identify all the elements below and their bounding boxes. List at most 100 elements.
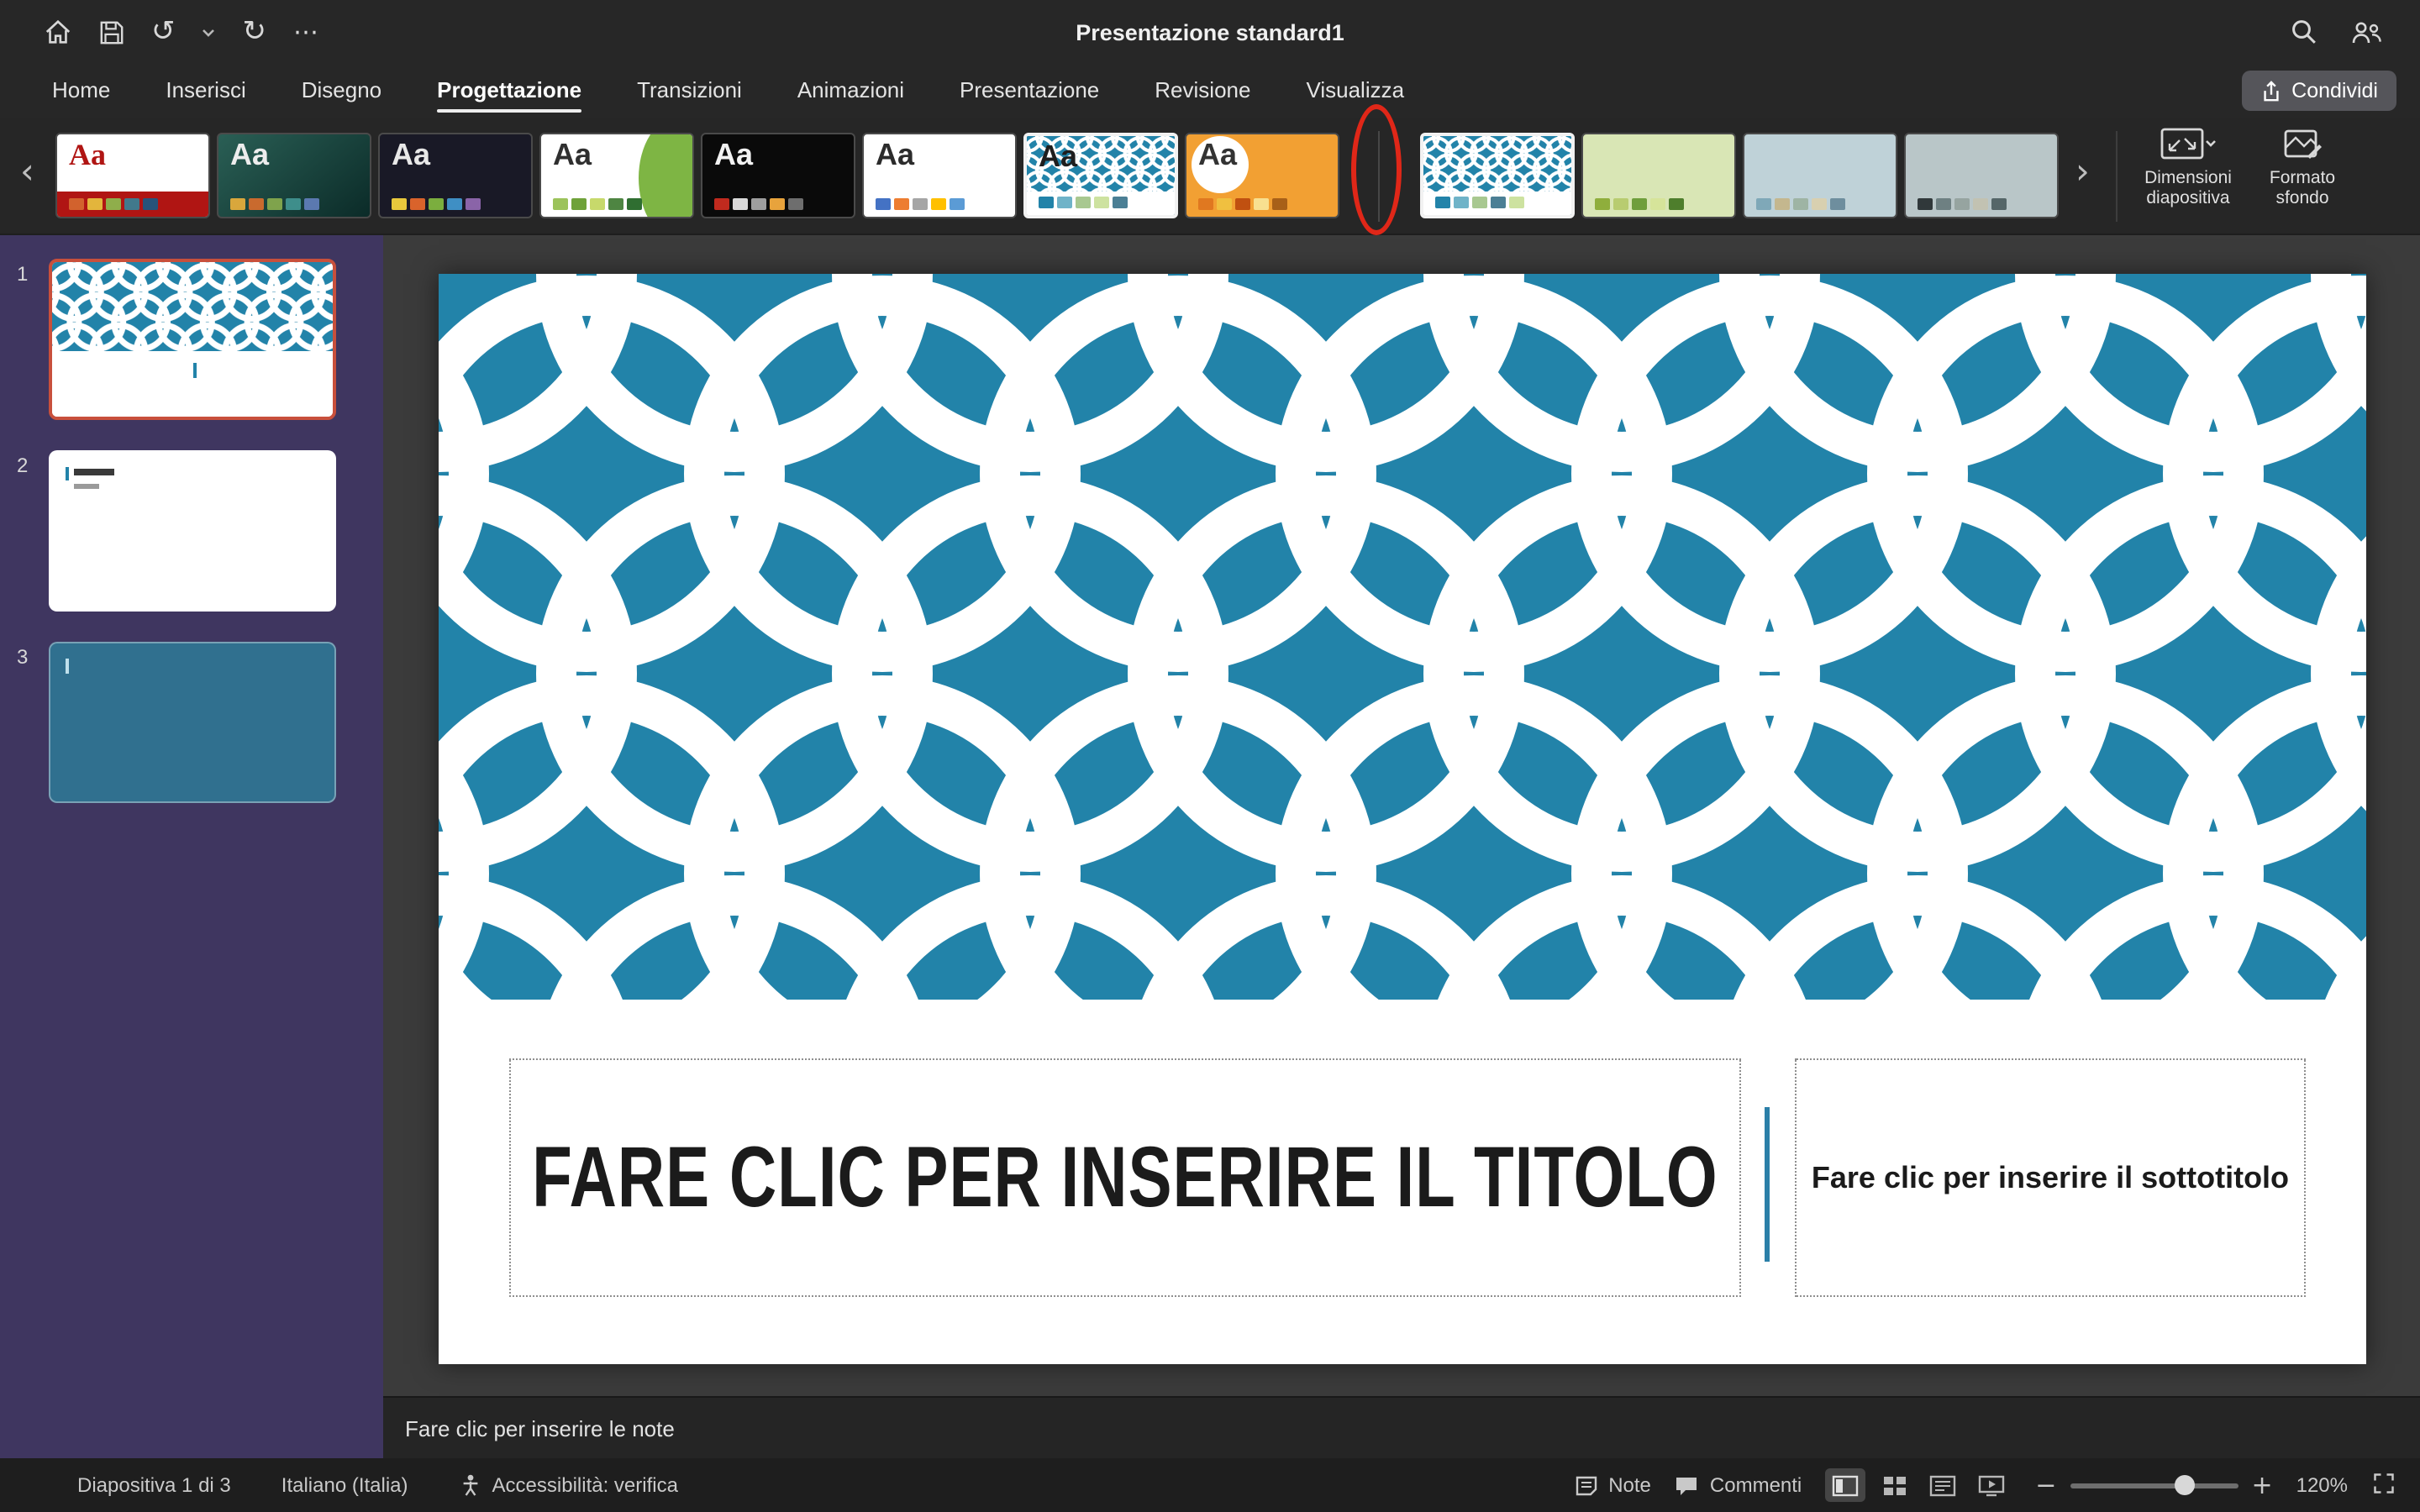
theme-thumbnail-teal-circles[interactable]: Aa — [1023, 133, 1178, 218]
variant-thumbnail-lightblue[interactable] — [1743, 133, 1897, 218]
zoom-slider-knob[interactable] — [2174, 1475, 2194, 1495]
theme-thumbnail-black-red[interactable]: Aa — [701, 133, 855, 218]
color-chips — [714, 198, 803, 210]
format-background-button[interactable]: Formato sfondo — [2252, 126, 2353, 210]
more-commands-icon[interactable]: ⋯ — [293, 19, 318, 45]
redo-icon[interactable]: ↻ — [243, 18, 267, 46]
thumbnail-title-text — [74, 469, 114, 475]
zoom-slider[interactable] — [2070, 1475, 2238, 1495]
color-chips — [230, 198, 319, 210]
zoom-level[interactable]: 120% — [2296, 1473, 2348, 1497]
theme-thumbnail-dark-teal[interactable]: Aa — [217, 133, 371, 218]
ribbon-tab-bar: Home Inserisci Disegno Progettazione Transiz… — [0, 64, 2420, 118]
slide-thumbnail-row: 3 — [17, 642, 363, 803]
theme-thumbnail-green-leaf[interactable]: Aa — [539, 133, 694, 218]
notes-pane[interactable]: Fare clic per inserire le note — [383, 1396, 2420, 1458]
title-placeholder[interactable]: FARE CLIC PER INSERIRE IL TITOLO — [509, 1058, 1741, 1297]
slide-background-pattern — [439, 274, 2366, 1000]
slide-thumbnail-3[interactable] — [49, 642, 336, 803]
slide-size-icon — [2160, 126, 2217, 163]
theme-aa-label: Aa — [392, 138, 430, 173]
thumbnail-body-text — [74, 484, 99, 488]
share-icon — [2260, 80, 2281, 102]
theme-aa-label: Aa — [553, 138, 592, 173]
theme-thumbnail-dark-navy[interactable]: Aa — [378, 133, 533, 218]
tab-progettazione[interactable]: Progettazione — [437, 65, 581, 117]
subtitle-placeholder-text: Fare clic per inserire il sottotitolo — [1812, 1160, 2289, 1195]
comments-icon — [1675, 1474, 1700, 1496]
tab-disegno[interactable]: Disegno — [302, 65, 381, 117]
tab-transizioni[interactable]: Transizioni — [637, 65, 742, 117]
save-icon[interactable] — [99, 19, 124, 45]
tab-visualizza[interactable]: Visualizza — [1306, 65, 1404, 117]
theme-thumbnail-red-white[interactable]: Aa — [55, 133, 210, 218]
reading-view-button[interactable] — [1923, 1468, 1963, 1502]
theme-aa-label: Aa — [230, 138, 269, 173]
view-switcher — [1825, 1468, 2012, 1502]
accent-divider-line — [1765, 1107, 1770, 1262]
theme-thumbnail-orange-badge[interactable]: Aa — [1185, 133, 1339, 218]
format-background-label-line2: sfondo — [2270, 189, 2335, 210]
slide-size-label-line2: diapositiva — [2144, 189, 2232, 210]
tab-presentazione[interactable]: Presentazione — [960, 65, 1099, 117]
tab-inserisci[interactable]: Inserisci — [166, 65, 245, 117]
variant-thumbnail-green[interactable] — [1581, 133, 1736, 218]
zoom-out-icon[interactable]: − — [2035, 1473, 2056, 1498]
tab-home[interactable]: Home — [52, 65, 110, 117]
undo-dropdown-chevron-icon[interactable] — [203, 28, 216, 36]
slide-size-label-line1: Dimensioni — [2144, 168, 2232, 189]
theme-aa-label: Aa — [876, 138, 914, 173]
gallery-scroll-left-icon[interactable]: ‹ — [20, 155, 34, 190]
slide-thumbnail-1[interactable] — [49, 259, 336, 420]
normal-view-button[interactable] — [1825, 1468, 1865, 1502]
accessibility-icon — [459, 1473, 482, 1497]
variant-thumbnail-teal[interactable] — [1420, 133, 1575, 218]
text-cursor — [192, 364, 196, 379]
home-icon[interactable] — [44, 18, 72, 45]
theme-aa-label: Aa — [69, 138, 106, 173]
share-button[interactable]: Condividi — [2241, 71, 2396, 111]
slide-thumbnail-2[interactable] — [49, 450, 336, 612]
color-chips — [1595, 198, 1684, 210]
text-cursor — [66, 659, 69, 674]
color-chips — [876, 198, 965, 210]
gallery-divider — [1378, 131, 1380, 222]
tab-animazioni[interactable]: Animazioni — [797, 65, 904, 117]
color-chips — [392, 198, 481, 210]
document-title: Presentazione standard1 — [0, 19, 2420, 45]
variant-thumbnail-grey[interactable] — [1904, 133, 2059, 218]
text-cursor — [66, 467, 69, 480]
theme-thumbnail-white-office[interactable]: Aa — [862, 133, 1017, 218]
slide-size-button[interactable]: Dimensioni diapositiva — [2131, 126, 2245, 210]
color-chips — [1756, 198, 1845, 210]
zoom-controls: − + — [2035, 1473, 2272, 1498]
gallery-scroll-right-icon[interactable]: › — [2075, 155, 2090, 190]
share-people-icon[interactable] — [2351, 19, 2383, 45]
accessibility-checker[interactable]: Accessibilità: verifica — [459, 1473, 678, 1497]
notes-toggle[interactable]: Note — [1575, 1473, 1651, 1497]
comments-toggle-label: Commenti — [1710, 1473, 1802, 1497]
zoom-slider-track — [2070, 1483, 2238, 1488]
search-icon[interactable] — [2291, 18, 2317, 45]
theme-aa-label: Aa — [1039, 139, 1077, 175]
format-background-label-line1: Formato — [2270, 168, 2335, 189]
subtitle-placeholder[interactable]: Fare clic per inserire il sottotitolo — [1795, 1058, 2306, 1297]
color-chips — [1039, 197, 1128, 208]
slide-thumbnail-row: 2 — [17, 450, 363, 612]
language-selector[interactable]: Italiano (Italia) — [281, 1473, 408, 1497]
accessibility-label: Accessibilità: verifica — [492, 1473, 678, 1497]
undo-icon[interactable]: ↺ — [151, 18, 176, 46]
fit-slide-icon[interactable] — [2371, 1471, 2396, 1499]
theme-gallery: Aa Aa Aa Aa Aa Aa Aa Aa — [55, 133, 1339, 218]
comments-toggle[interactable]: Commenti — [1675, 1473, 1802, 1497]
slide-sorter-view-button[interactable] — [1874, 1468, 1914, 1502]
slideshow-view-button[interactable] — [1971, 1468, 2012, 1502]
zoom-in-icon[interactable]: + — [2251, 1473, 2272, 1498]
design-ribbon: ‹ Aa Aa Aa Aa Aa Aa Aa Aa › Dimensioni diaposit… — [0, 118, 2420, 235]
slide-editor[interactable]: FARE CLIC PER INSERIRE IL TITOLO Fare cl… — [439, 274, 2366, 1364]
color-chips — [1198, 198, 1287, 210]
slide-canvas: FARE CLIC PER INSERIRE IL TITOLO Fare cl… — [383, 235, 2420, 1396]
slide-number: 2 — [17, 450, 37, 612]
tab-revisione[interactable]: Revisione — [1155, 65, 1250, 117]
color-chips — [1435, 197, 1524, 208]
